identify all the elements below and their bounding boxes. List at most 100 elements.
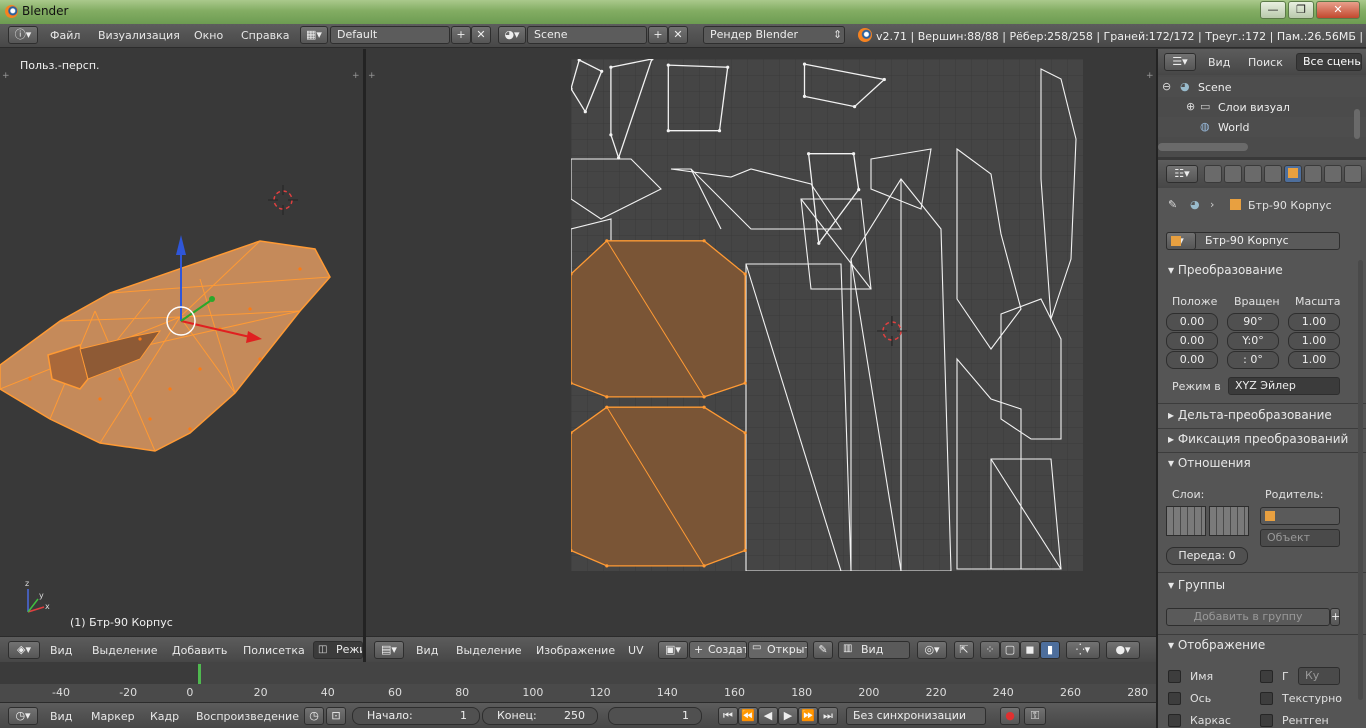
keying-set-icon[interactable]: ⚿ (1024, 707, 1046, 725)
record-icon[interactable]: ● (1000, 707, 1020, 725)
outliner-scrollbar[interactable] (1158, 143, 1248, 151)
add-layout-icon[interactable]: + (451, 26, 471, 44)
uv-region-plus-icon-right[interactable]: + (1146, 71, 1154, 81)
render-engine-select[interactable]: Рендер Blender (703, 26, 845, 44)
pivot-icon[interactable]: ◎▾ (917, 641, 947, 659)
texture-space-checkbox[interactable] (1260, 692, 1273, 705)
location-z-field[interactable]: 0.00 (1166, 351, 1218, 369)
browse-image-icon[interactable]: ▣▾ (658, 641, 688, 659)
timeline-menu-view[interactable]: Вид (50, 710, 72, 723)
timeline[interactable]: -40 -20 0 20 40 60 80 100 120 140 160 180 200 220 240 2… (0, 662, 1156, 702)
sync-mode-select[interactable]: Без синхронизации (846, 707, 986, 725)
name-checkbox[interactable] (1168, 670, 1181, 683)
editor-type-3d-icon[interactable]: ◈▾ (8, 641, 40, 659)
uv-menu-image[interactable]: Изображение (536, 644, 615, 657)
pass-index-field[interactable]: Переда: 0 (1166, 547, 1248, 565)
render-tab-icon[interactable] (1204, 165, 1222, 183)
outliner[interactable]: ☰▾ Вид Поиск Все сцены ⊖ ◕ Scene ⊕ ▭ Сло… (1158, 49, 1366, 157)
lock-transform-panel[interactable]: ▸ Фиксация преобразований (1168, 432, 1348, 446)
edge-select-icon[interactable]: ▢ (1000, 641, 1020, 659)
outliner-row-world[interactable]: ◍ World (1158, 117, 1366, 137)
scale-z-field[interactable]: 1.00 (1288, 351, 1340, 369)
layers-grid-2[interactable] (1209, 506, 1249, 536)
world-tab-icon[interactable] (1264, 165, 1282, 183)
pin-context-icon[interactable]: ✎ (1168, 198, 1177, 211)
transform-panel-header[interactable]: ▾ Преобразование (1168, 263, 1283, 277)
viewport-3d[interactable]: Польз.-персп. + + z x y (1) Бтр-90 Корпу… (0, 49, 363, 636)
parent-type-select[interactable]: Объект (1260, 529, 1340, 547)
view3d-menu-view[interactable]: Вид (50, 644, 72, 657)
rotation-x-field[interactable]: 90° (1227, 313, 1279, 331)
bounds-checkbox[interactable] (1260, 670, 1273, 683)
render-layers-tab-icon[interactable] (1224, 165, 1242, 183)
delta-transform-panel[interactable]: ▸ Дельта-преобразование (1168, 408, 1332, 422)
jump-end-icon[interactable]: ⏭ (818, 707, 838, 725)
view3d-menu-add[interactable]: Добавить (172, 644, 227, 657)
rotation-y-field[interactable]: Y:0° (1227, 332, 1279, 350)
start-frame-field[interactable]: Начало: 1 (352, 707, 480, 725)
jump-start-icon[interactable]: ⏮ (718, 707, 738, 725)
scale-x-field[interactable]: 1.00 (1288, 313, 1340, 331)
xray-checkbox[interactable] (1260, 714, 1273, 727)
location-x-field[interactable]: 0.00 (1166, 313, 1218, 331)
vertex-select-icon[interactable]: ⁘ (980, 641, 1000, 659)
proportional-edit-icon[interactable]: ●▾ (1106, 641, 1140, 659)
next-keyframe-icon[interactable]: ⏩ (798, 707, 818, 725)
outliner-row-scene[interactable]: ⊖ ◕ Scene (1158, 77, 1366, 97)
scale-y-field[interactable]: 1.00 (1288, 332, 1340, 350)
editor-type-outliner-icon[interactable]: ☰▾ (1164, 53, 1196, 71)
face-select-icon[interactable]: ◼ (1020, 641, 1040, 659)
view3d-menu-select[interactable]: Выделение (92, 644, 158, 657)
pin-icon[interactable]: ✎ (813, 641, 833, 659)
outliner-row-render-layers[interactable]: ⊕ ▭ Слои визуали (1158, 97, 1366, 117)
menu-file[interactable]: Файл (50, 29, 80, 42)
display-panel-header[interactable]: ▾ Отображение (1168, 638, 1265, 652)
timeline-menu-frame[interactable]: Кадр (150, 710, 179, 723)
properties-scrollbar[interactable] (1358, 260, 1363, 700)
wire-checkbox[interactable] (1168, 714, 1181, 727)
properties-editor[interactable]: ☷▾ ✎ ◕ › Бтр-90 Корпус Бтр-90 Корпус ▾ ▾… (1158, 160, 1366, 728)
current-frame-marker[interactable] (198, 664, 201, 684)
expand-icon[interactable]: ⊕ (1186, 100, 1195, 113)
constraints-tab-icon[interactable] (1304, 165, 1322, 183)
remove-scene-icon[interactable]: ✕ (668, 26, 688, 44)
uv-menu-uv[interactable]: UV (628, 644, 644, 657)
axis-checkbox[interactable] (1168, 692, 1181, 705)
add-scene-icon[interactable]: + (648, 26, 668, 44)
groups-panel-header[interactable]: ▾ Группы (1168, 578, 1225, 592)
timeline-menu-marker[interactable]: Маркер (91, 710, 135, 723)
preview-range-icon[interactable]: ◷ (304, 707, 324, 725)
view3d-menu-mesh[interactable]: Полисетка (243, 644, 305, 657)
layers-grid-1[interactable] (1166, 506, 1206, 536)
collapse-icon[interactable]: ⊖ (1162, 80, 1171, 93)
outliner-vscrollbar[interactable] (1354, 109, 1360, 139)
outliner-menu-search[interactable]: Поиск (1248, 56, 1283, 69)
outliner-menu-view[interactable]: Вид (1208, 56, 1230, 69)
screen-layout-icon[interactable]: ▦▾ (300, 26, 328, 44)
relations-panel-header[interactable]: ▾ Отношения (1168, 456, 1251, 470)
uv-menu-select[interactable]: Выделение (456, 644, 522, 657)
editor-type-timeline-icon[interactable]: ◷▾ (8, 707, 38, 725)
location-y-field[interactable]: 0.00 (1166, 332, 1218, 350)
screen-layout-field[interactable]: Default (330, 26, 450, 44)
menu-render[interactable]: Визуализация (98, 29, 180, 42)
current-frame-field[interactable]: 1 (608, 707, 702, 725)
editor-type-properties-icon[interactable]: ☷▾ (1166, 165, 1198, 183)
data-tab-icon[interactable] (1344, 165, 1362, 183)
scene-icon[interactable]: ◕▾ (498, 26, 526, 44)
scene-field[interactable]: Scene (527, 26, 647, 44)
editor-type-info-icon[interactable]: ⓘ▾ (8, 26, 38, 44)
timeline-menu-playback[interactable]: Воспроизведение (196, 710, 299, 723)
add-to-group-button[interactable]: Добавить в группу (1166, 608, 1330, 626)
scene-tab-icon[interactable] (1244, 165, 1262, 183)
menu-help[interactable]: Справка (241, 29, 289, 42)
sticky-select-icon[interactable]: ⁛▾ (1066, 641, 1100, 659)
close-button[interactable]: ✕ (1316, 1, 1360, 19)
island-select-icon[interactable]: ▮ (1040, 641, 1060, 659)
end-frame-field[interactable]: Конец: 250 (482, 707, 598, 725)
rotation-z-field[interactable]: : 0° (1227, 351, 1279, 369)
editor-type-uv-icon[interactable]: ▤▾ (374, 641, 404, 659)
new-group-plus-icon[interactable]: + (1330, 608, 1340, 626)
menu-window[interactable]: Окно (194, 29, 223, 42)
maximize-button[interactable]: ❐ (1288, 1, 1314, 19)
